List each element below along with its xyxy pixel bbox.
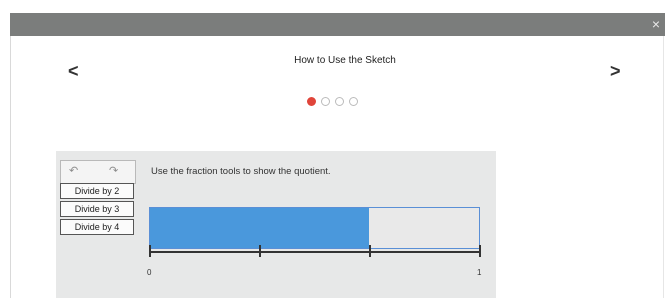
undo-redo-group: ↶ ↷ bbox=[60, 160, 136, 184]
dialog-left-border bbox=[10, 36, 11, 298]
page-dot[interactable] bbox=[321, 97, 330, 106]
number-line-tick bbox=[369, 245, 371, 257]
fraction-bar-fill bbox=[150, 208, 370, 248]
close-icon[interactable]: × bbox=[652, 15, 660, 33]
number-line-tick bbox=[259, 245, 261, 257]
number-line bbox=[149, 251, 481, 253]
fraction-bar[interactable] bbox=[149, 207, 480, 249]
title-bar: × bbox=[10, 13, 665, 36]
page-dot[interactable] bbox=[307, 97, 316, 106]
dialog-right-border bbox=[663, 36, 664, 298]
divide-by-4-button[interactable]: Divide by 4 bbox=[60, 219, 134, 235]
divide-by-3-button[interactable]: Divide by 3 bbox=[60, 201, 134, 217]
fraction-tools: ↶ ↷ Divide by 2 Divide by 3 Divide by 4 bbox=[58, 156, 136, 296]
page-dot[interactable] bbox=[335, 97, 344, 106]
number-line-tick bbox=[149, 245, 151, 257]
instruction-text: Use the fraction tools to show the quoti… bbox=[151, 166, 331, 177]
number-line-tick bbox=[479, 245, 481, 257]
previous-arrow-icon[interactable]: < bbox=[68, 61, 79, 81]
divide-by-2-button[interactable]: Divide by 2 bbox=[60, 183, 134, 199]
page-dot[interactable] bbox=[349, 97, 358, 106]
redo-icon[interactable]: ↷ bbox=[109, 164, 118, 177]
number-line-start-label: 0 bbox=[147, 268, 152, 277]
undo-icon[interactable]: ↶ bbox=[69, 164, 78, 177]
dialog-title: How to Use the Sketch bbox=[294, 55, 396, 66]
number-line-end-label: 1 bbox=[477, 268, 482, 277]
next-arrow-icon[interactable]: > bbox=[610, 61, 621, 81]
